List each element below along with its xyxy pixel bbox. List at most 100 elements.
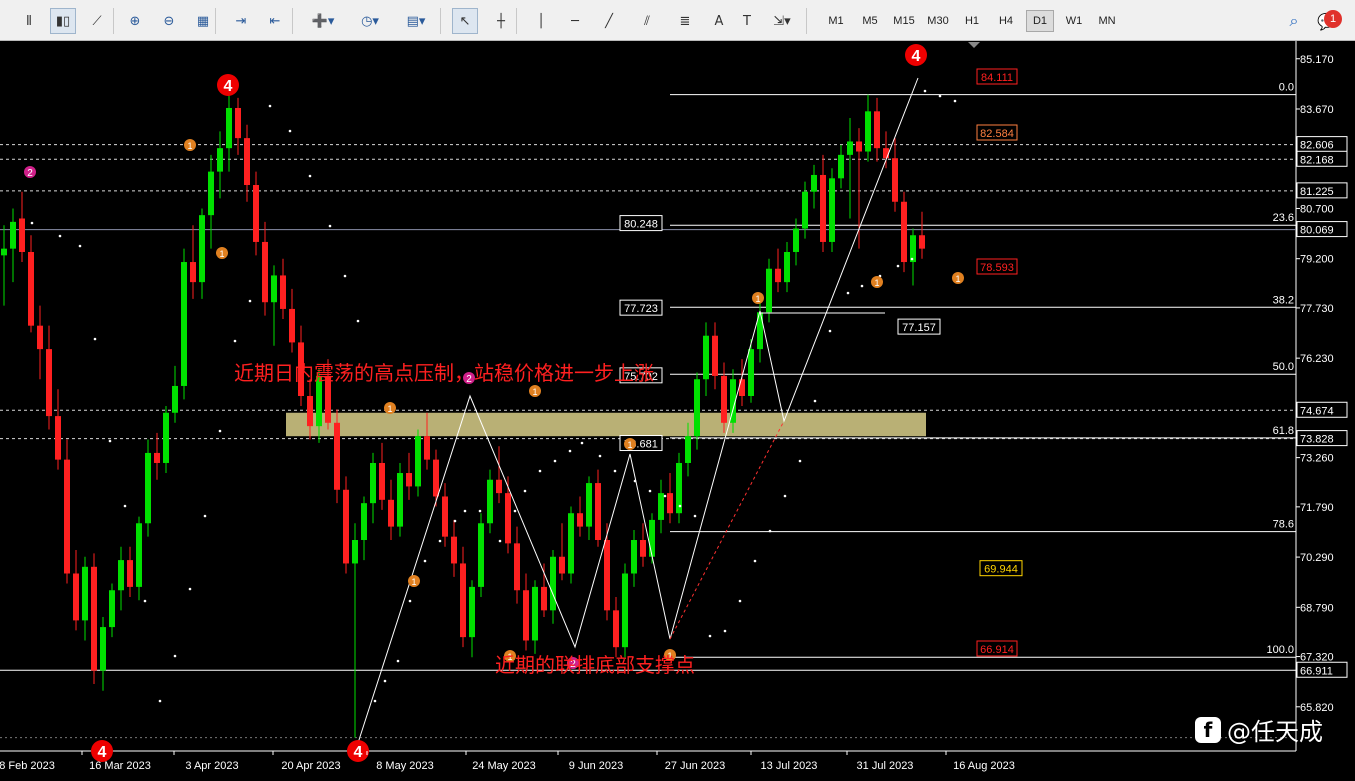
- candle-body: [100, 627, 106, 671]
- sar-dot: [598, 454, 602, 458]
- tile-windows-button[interactable]: ▦: [190, 8, 216, 34]
- timeframe-m5[interactable]: M5: [856, 10, 884, 32]
- candle-body: [262, 241, 268, 303]
- price-highlight: 82.168: [1296, 150, 1348, 167]
- timeframe-mn[interactable]: MN: [1092, 10, 1122, 32]
- candle-body: [73, 573, 79, 621]
- arrows-button[interactable]: ⇲▾: [764, 8, 800, 34]
- sar-dot: [923, 89, 927, 93]
- line-chart-button[interactable]: ⟋: [84, 8, 110, 34]
- price-highlight: 73.828: [1296, 430, 1348, 447]
- cursor-icon: ↖: [459, 13, 471, 29]
- wave-label: 1: [187, 141, 192, 151]
- sar-dot: [268, 104, 272, 108]
- date-tick-label: 13 Jul 2023: [761, 760, 818, 772]
- indicators-button[interactable]: ➕▾: [306, 8, 340, 34]
- equidistant-channel-button[interactable]: ⫽: [634, 8, 660, 34]
- candle-body: [46, 349, 52, 417]
- date-tick-label: 27 Jun 2023: [665, 760, 726, 772]
- wave-label: 1: [955, 274, 960, 284]
- bar-chart-icon: ⫴: [26, 13, 32, 29]
- search-button[interactable]: ⌕: [1282, 8, 1306, 34]
- price-tick-label: 68.790: [1300, 602, 1334, 614]
- candle-body: [451, 536, 457, 564]
- autoscroll-button[interactable]: ⇥: [228, 8, 254, 34]
- zoom-in-button[interactable]: ⊕: [122, 8, 148, 34]
- timeframe-h1[interactable]: H1: [958, 10, 986, 32]
- price-highlight-text: 73.828: [1300, 434, 1334, 446]
- timeframe-m1[interactable]: M1: [822, 10, 850, 32]
- price-tick-label: 79.200: [1300, 254, 1334, 266]
- price-tick-label: 85.170: [1300, 54, 1334, 66]
- fib-ratio-label: 23.6: [1273, 212, 1294, 224]
- bar-chart-button[interactable]: ⫴: [16, 8, 42, 34]
- date-tick-label: 31 Jul 2023: [857, 760, 914, 772]
- crosshair-button[interactable]: ┼: [488, 8, 514, 34]
- candle-body: [109, 590, 115, 628]
- candle-body: [334, 422, 340, 490]
- sar-dot: [423, 559, 427, 563]
- timeframe-m30[interactable]: M30: [922, 10, 954, 32]
- candle-body: [280, 275, 286, 309]
- watermark-text: @任天成: [1227, 718, 1323, 746]
- timeframe-d1[interactable]: D1: [1026, 10, 1054, 32]
- fibonacci-button[interactable]: ≣: [672, 8, 698, 34]
- candle-body: [379, 462, 385, 500]
- horizontal-line-button[interactable]: ─: [562, 8, 588, 34]
- price-chart[interactable]: 0.0 23.6 38.2 50.0 61.8 78.6 100.0 80.248 77.723…: [0, 41, 1355, 777]
- sar-dot: [693, 514, 697, 518]
- vertical-line-button[interactable]: │: [528, 8, 554, 34]
- price-tick-label: 83.670: [1300, 104, 1334, 116]
- text-label-button[interactable]: T: [734, 8, 760, 34]
- sar-dot: [143, 599, 147, 603]
- candlestick-button[interactable]: ▮▯: [50, 8, 76, 34]
- fib-ratio-label: 100.0: [1266, 644, 1294, 656]
- sar-dot: [613, 469, 617, 473]
- candle-body: [640, 540, 646, 557]
- price-tag-text: 77.157: [902, 322, 936, 334]
- price-tick-label: 70.290: [1300, 552, 1334, 564]
- candle-body: [820, 174, 826, 242]
- timeframe-h4[interactable]: H4: [992, 10, 1020, 32]
- sar-dot: [553, 459, 557, 463]
- chart-shift-button[interactable]: ⇤: [262, 8, 288, 34]
- toolbar-separator: [113, 8, 114, 34]
- arrows-icon: ⇲▾: [773, 13, 791, 29]
- price-highlight: 66.911: [1296, 661, 1348, 678]
- sar-dot: [828, 329, 832, 333]
- candle-body: [127, 560, 133, 587]
- cursor-button[interactable]: ↖: [452, 8, 478, 34]
- price-highlight: 81.225: [1296, 182, 1348, 199]
- candle-body: [892, 158, 898, 202]
- crosshair-icon: ┼: [497, 13, 505, 29]
- trendline-button[interactable]: ╱: [596, 8, 622, 34]
- templates-button[interactable]: ▤▾: [398, 8, 434, 34]
- candle-body: [55, 416, 61, 460]
- timeframe-w1[interactable]: W1: [1060, 10, 1088, 32]
- candle-body: [190, 262, 196, 283]
- alert-tag-text: 82.584: [980, 128, 1014, 140]
- price-tag-text: 77.723: [624, 303, 658, 315]
- price-highlight-text: 80.069: [1300, 225, 1334, 237]
- candle-body: [208, 171, 214, 216]
- candle-body: [910, 235, 916, 263]
- candle-body: [532, 586, 538, 641]
- text-button[interactable]: A: [706, 8, 732, 34]
- candle-body: [235, 107, 241, 139]
- sar-dot: [648, 489, 652, 493]
- candle-body: [712, 335, 718, 376]
- sar-dot: [723, 629, 727, 633]
- candle-body: [163, 412, 169, 463]
- zoom-out-button[interactable]: ⊖: [156, 8, 182, 34]
- sar-dot: [798, 459, 802, 463]
- periods-button[interactable]: ◷▾: [352, 8, 388, 34]
- price-tick-label: 71.790: [1300, 502, 1334, 514]
- sar-dot: [663, 494, 667, 498]
- price-tick-label: 77.730: [1300, 303, 1334, 315]
- wave-label: 4: [224, 78, 233, 95]
- sar-dot: [396, 659, 400, 663]
- template-icon: ▤▾: [406, 13, 426, 29]
- timeframe-m15[interactable]: M15: [888, 10, 920, 32]
- date-tick-label: 24 May 2023: [472, 760, 536, 772]
- fib-ratio-label: 78.6: [1273, 519, 1294, 531]
